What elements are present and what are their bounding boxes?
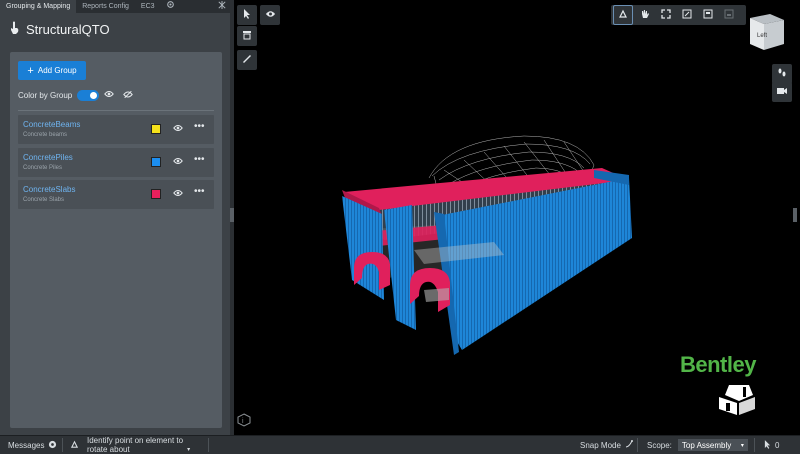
- page-title: StructuralQTO: [26, 21, 110, 37]
- chat-bubble-icon: [48, 440, 57, 451]
- selection-count-value: 0: [775, 440, 780, 450]
- tab-grouping-mapping[interactable]: Grouping & Mapping: [0, 0, 77, 13]
- panel-tabs: Grouping & Mapping Reports Config EC3: [0, 0, 230, 13]
- group-description: Concrete Piles: [23, 165, 63, 171]
- bentley-logo: Bentley: [680, 352, 756, 377]
- cursor-arrow-icon: [764, 439, 771, 451]
- group-color-swatch: [151, 189, 161, 199]
- group-row[interactable]: ConcretePiles Concrete Piles •••: [18, 148, 214, 177]
- eye-icon[interactable]: [173, 189, 183, 199]
- scope-selector: Scope: Top Assembly ▾: [647, 436, 748, 454]
- color-by-group-label: Color by Group: [18, 90, 73, 100]
- messages-button[interactable]: Messages: [8, 436, 57, 454]
- scope-dropdown[interactable]: Top Assembly ▾: [677, 439, 748, 451]
- color-by-group-row: Color by Group: [18, 88, 134, 102]
- more-options-icon[interactable]: •••: [194, 121, 205, 132]
- snap-mode-label: Snap Mode: [580, 440, 621, 450]
- add-group-label: Add Group: [37, 66, 77, 75]
- group-name[interactable]: ConcreteSlabs: [23, 185, 75, 194]
- group-row[interactable]: ConcreteSlabs Concrete Slabs •••: [18, 180, 214, 209]
- tab-reports-config[interactable]: Reports Config: [76, 0, 135, 13]
- group-name[interactable]: ConcretePiles: [23, 153, 73, 162]
- widget-panel: Grouping & Mapping Reports Config EC3 St…: [0, 0, 230, 435]
- group-color-swatch: [151, 124, 161, 134]
- snap-mode-button[interactable]: Snap Mode: [580, 436, 633, 454]
- separator: [637, 438, 638, 452]
- tab-ec3[interactable]: EC3: [135, 0, 161, 13]
- plus-icon: +: [27, 64, 34, 77]
- right-panel-handle[interactable]: [793, 208, 797, 222]
- group-name[interactable]: ConcreteBeams: [23, 120, 80, 129]
- prompt-line-2: rotate about: [87, 445, 130, 454]
- separator: [754, 438, 755, 452]
- tool-prompt: Identify point on element to rotate abou…: [70, 436, 190, 454]
- group-description: Concrete Slabs: [23, 197, 65, 203]
- hide-all-icon[interactable]: [123, 90, 134, 101]
- add-group-button[interactable]: + Add Group: [18, 61, 86, 80]
- scope-label: Scope:: [647, 440, 672, 450]
- eye-icon[interactable]: [173, 124, 183, 134]
- panel-header: StructuralQTO: [10, 19, 110, 39]
- more-options-icon[interactable]: •••: [194, 154, 205, 165]
- messages-label: Messages: [8, 440, 45, 450]
- selection-count[interactable]: 0: [764, 436, 779, 454]
- group-color-swatch: [151, 157, 161, 167]
- pointer-hand-icon: [10, 21, 19, 37]
- scope-value: Top Assembly: [681, 440, 732, 450]
- tab-more-icon[interactable]: [161, 0, 174, 13]
- separator: [62, 438, 63, 452]
- pin-icon[interactable]: [218, 0, 226, 13]
- snap-icon: [625, 440, 633, 450]
- color-by-group-toggle[interactable]: [77, 89, 100, 101]
- 3d-viewport[interactable]: Left Bentley i: [234, 0, 800, 435]
- grouping-widget: + Add Group Color by Group ConcreteBeams…: [10, 52, 222, 428]
- svg-text:i: i: [242, 418, 244, 425]
- itwin-logo: [715, 381, 759, 417]
- group-description: Concrete beams: [23, 132, 68, 138]
- more-options-icon[interactable]: •••: [194, 186, 205, 197]
- eye-icon[interactable]: [173, 157, 183, 167]
- rotate-icon: [70, 440, 79, 451]
- group-row[interactable]: ConcreteBeams Concrete beams •••: [18, 115, 214, 144]
- divider: [18, 110, 214, 111]
- separator: [208, 438, 209, 452]
- chevron-down-icon[interactable]: ▾: [187, 446, 190, 453]
- model-info-icon[interactable]: i: [237, 413, 251, 427]
- prompt-line-1: Identify point on element to: [87, 436, 184, 445]
- show-all-icon[interactable]: [104, 90, 115, 100]
- status-bar: Messages Identify point on element to ro…: [0, 435, 800, 454]
- chevron-down-icon: ▾: [740, 442, 744, 449]
